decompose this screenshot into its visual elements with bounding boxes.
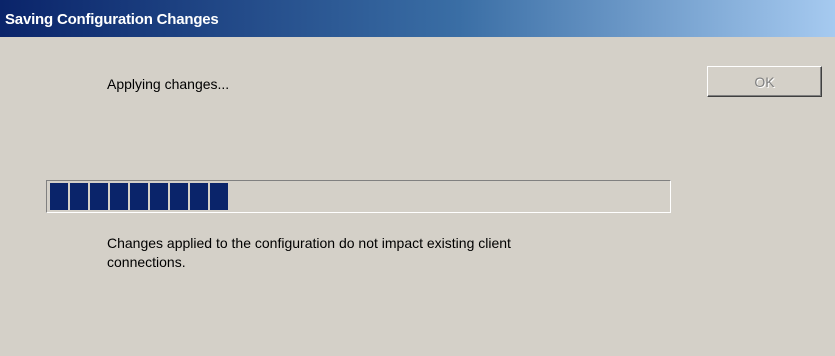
window-title: Saving Configuration Changes bbox=[5, 11, 219, 28]
progress-block bbox=[190, 183, 208, 210]
progress-block bbox=[110, 183, 128, 210]
progress-block bbox=[70, 183, 88, 210]
info-message: Changes applied to the configuration do … bbox=[107, 235, 511, 270]
progress-fill bbox=[50, 183, 247, 210]
progress-block bbox=[130, 183, 148, 210]
title-bar[interactable]: Saving Configuration Changes bbox=[0, 0, 835, 37]
ok-button[interactable]: OK bbox=[707, 66, 822, 97]
status-message: Applying changes... bbox=[107, 76, 230, 92]
progress-block bbox=[50, 183, 68, 210]
dialog-window: Saving Configuration Changes Applying ch… bbox=[0, 0, 835, 356]
progress-block bbox=[150, 183, 168, 210]
progress-bar bbox=[46, 180, 671, 213]
progress-block bbox=[90, 183, 108, 210]
progress-block bbox=[170, 183, 188, 210]
ok-button-label: OK bbox=[754, 73, 775, 90]
progress-block bbox=[210, 183, 228, 210]
